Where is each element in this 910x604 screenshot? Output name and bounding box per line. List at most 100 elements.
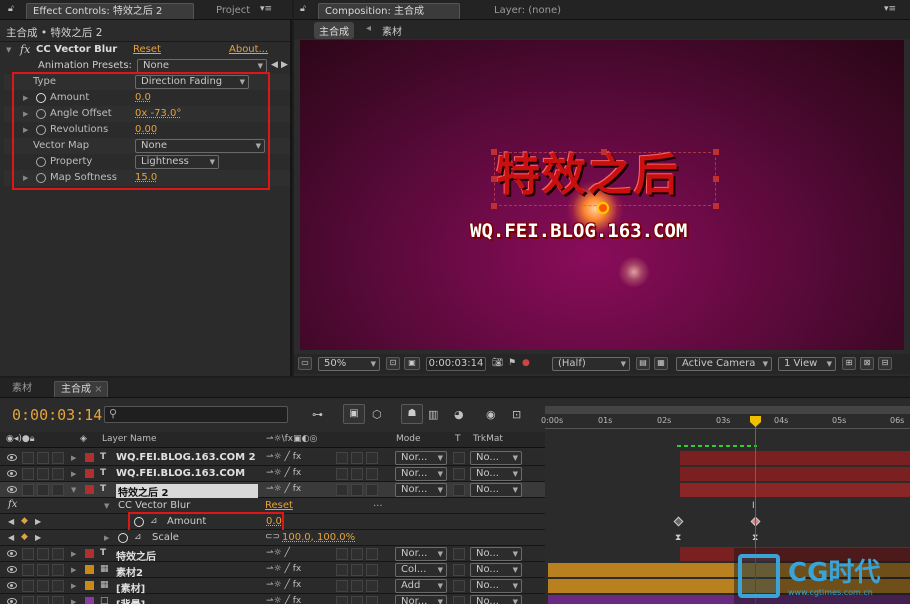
blend-mode-dropdown[interactable]: Nor...	[395, 483, 447, 497]
switches-icon[interactable]: ⇀☼ ╱ fx	[266, 468, 301, 478]
switches-icon[interactable]: ⇀☼ ╱	[266, 548, 290, 558]
add-keyframe-icon[interactable]: ◆	[21, 516, 28, 526]
switch-box[interactable]	[336, 468, 348, 480]
reset-link[interactable]: Reset	[133, 44, 161, 55]
expand-triangle-icon[interactable]: ▼	[71, 486, 76, 494]
preserve-transparency-toggle[interactable]	[453, 452, 465, 464]
eye-icon[interactable]	[7, 486, 17, 493]
eye-icon[interactable]	[7, 566, 17, 573]
label-color-swatch[interactable]	[85, 469, 94, 478]
collapse-triangle-icon[interactable]: ▼	[104, 502, 109, 510]
audio-toggle[interactable]	[22, 564, 34, 576]
eye-icon[interactable]	[7, 550, 17, 557]
sub-reset-link[interactable]: Reset	[265, 500, 293, 511]
color-channels-icon[interactable]: ●	[522, 358, 530, 368]
label-color-swatch[interactable]	[85, 597, 94, 604]
camera-snapshot-icon[interactable]: 📷︎	[492, 358, 503, 368]
graph-editor-icon[interactable]: ⊡	[512, 408, 521, 421]
checkerboard-icon[interactable]: ▦	[654, 357, 668, 370]
switch-box[interactable]	[351, 580, 363, 592]
handle[interactable]	[601, 149, 607, 155]
camera-dropdown[interactable]: Active Camera	[676, 357, 772, 371]
switch-box[interactable]	[366, 596, 378, 604]
work-area-bar[interactable]	[545, 406, 910, 414]
layer-name[interactable]: WQ.FEI.BLOG.163.COM 2	[116, 452, 256, 463]
preserve-transparency-toggle[interactable]	[453, 580, 465, 592]
switch-box[interactable]	[336, 564, 348, 576]
lock-icon[interactable]: 🔓︎	[8, 4, 14, 14]
next-keyframe-icon[interactable]: ▶	[35, 517, 41, 526]
handle[interactable]	[713, 176, 719, 182]
layer-name[interactable]: 素材2	[116, 564, 143, 579]
layer-row[interactable]: ▼ T 特效之后 2 ⇀☼ ╱ fx Nor... No...	[0, 482, 545, 499]
preserve-transparency-toggle[interactable]	[453, 564, 465, 576]
switches-icon[interactable]: ⇀☼ ╱ fx	[266, 484, 301, 494]
expand-triangle-icon[interactable]: ▶	[71, 550, 76, 558]
live-update-icon[interactable]: ▣	[343, 404, 365, 424]
brainstorm-icon[interactable]: ◉	[486, 408, 496, 421]
keyframe-hourglass-icon[interactable]: ⧗	[675, 533, 681, 543]
zoom-dropdown[interactable]: 50%	[318, 357, 380, 371]
fast-preview-icon[interactable]: ▤	[636, 357, 650, 370]
track-matte-dropdown[interactable]: No...	[470, 579, 522, 593]
time-ruler[interactable]: 0:00s 01s 02s 03s 04s 05s 06s	[541, 402, 910, 448]
expand-triangle-icon[interactable]: ▶	[71, 582, 76, 590]
handle[interactable]	[491, 176, 497, 182]
blend-mode-dropdown[interactable]: Nor...	[395, 451, 447, 465]
toggle-pixel-icon[interactable]: ⊞	[842, 357, 856, 370]
switch-box[interactable]	[366, 452, 378, 464]
frame-blending-icon[interactable]: ▥	[428, 408, 438, 421]
layer-row[interactable]: ▶ T WQ.FEI.BLOG.163.COM 2 ⇀☼ ╱ fx Nor... No..…	[0, 450, 545, 466]
eye-icon[interactable]	[7, 454, 17, 461]
crumb-source[interactable]: 素材	[382, 23, 402, 38]
switch-box[interactable]	[366, 580, 378, 592]
switch-box[interactable]	[366, 468, 378, 480]
switch-box[interactable]	[366, 484, 378, 496]
resolution-dropdown[interactable]: (Half)	[552, 357, 630, 371]
layer-duration-bar[interactable]	[680, 451, 910, 465]
track-matte-dropdown[interactable]: No...	[470, 547, 522, 561]
layer-name[interactable]: [素材]	[116, 580, 145, 595]
tab-source-comp[interactable]: 素材	[6, 381, 38, 397]
layer-name[interactable]: 特效之后	[116, 548, 156, 563]
switch-box[interactable]	[351, 484, 363, 496]
blend-mode-dropdown[interactable]: Nor...	[395, 547, 447, 561]
reset-exposure-icon[interactable]: ⊠	[860, 357, 874, 370]
scale-value[interactable]: 100.0, 100.0%	[282, 532, 355, 543]
hide-shy-icon[interactable]: ☗	[401, 404, 423, 424]
audio-toggle[interactable]	[22, 548, 34, 560]
tab-composition[interactable]: Composition: 主合成	[318, 3, 460, 19]
switch-box[interactable]	[351, 548, 363, 560]
label-color-swatch[interactable]	[85, 453, 94, 462]
switch-box[interactable]	[336, 596, 348, 604]
track-matte-dropdown[interactable]: No...	[470, 563, 522, 577]
fx-icon[interactable]: fx	[8, 499, 17, 510]
eye-icon[interactable]	[7, 582, 17, 589]
handle[interactable]	[713, 203, 719, 209]
lock-toggle[interactable]	[52, 564, 64, 576]
lock-icon[interactable]: 🔓︎	[300, 4, 306, 14]
preserve-transparency-toggle[interactable]	[453, 596, 465, 604]
panel-menu-icon[interactable]: ▾≡	[260, 4, 272, 14]
audio-toggle[interactable]	[22, 596, 34, 604]
draft-3d-icon[interactable]: ⬡	[372, 408, 382, 421]
audio-toggle[interactable]	[22, 580, 34, 592]
audio-toggle[interactable]	[22, 468, 34, 480]
switch-box[interactable]	[351, 468, 363, 480]
label-color-swatch[interactable]	[85, 565, 94, 574]
fx-icon[interactable]: fx	[20, 43, 30, 56]
next-keyframe-icon[interactable]: ▶	[35, 533, 41, 542]
lock-toggle[interactable]	[52, 580, 64, 592]
audio-toggle[interactable]	[22, 452, 34, 464]
audio-toggle[interactable]	[22, 484, 34, 496]
switch-box[interactable]	[366, 564, 378, 576]
comp-mini-flowchart-icon[interactable]: ⊶	[312, 408, 323, 421]
flowchart-icon[interactable]: ⊟	[878, 357, 892, 370]
prev-keyframe-icon[interactable]: ◀	[8, 533, 14, 542]
lock-toggle[interactable]	[52, 484, 64, 496]
lock-toggle[interactable]	[52, 468, 64, 480]
blend-mode-dropdown[interactable]: Nor...	[395, 595, 447, 604]
show-snapshot-icon[interactable]: ⚑	[508, 358, 516, 368]
solo-toggle[interactable]	[37, 468, 49, 480]
track-matte-dropdown[interactable]: No...	[470, 483, 522, 497]
